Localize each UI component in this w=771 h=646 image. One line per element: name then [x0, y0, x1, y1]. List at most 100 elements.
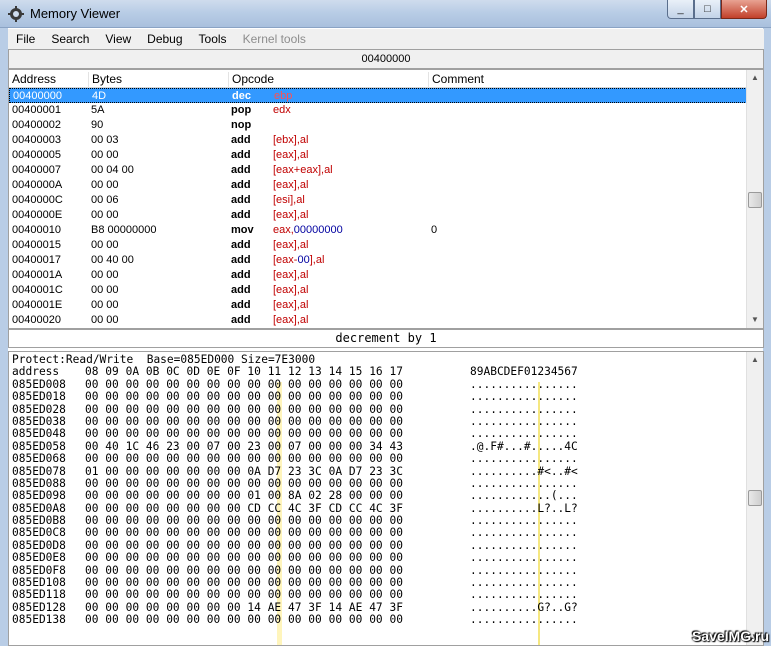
hex-byte[interactable]: 00	[126, 551, 139, 564]
hex-byte[interactable]: 00	[288, 427, 301, 440]
hex-byte[interactable]: 00	[227, 390, 240, 403]
hex-byte[interactable]: 00	[105, 489, 118, 502]
hex-byte[interactable]: 00	[146, 427, 159, 440]
menu-debug[interactable]: Debug	[139, 32, 190, 46]
chevron-up-icon[interactable]: ▲	[747, 352, 763, 368]
hex-byte[interactable]: 00	[349, 589, 362, 602]
hex-byte[interactable]: 00	[85, 589, 98, 602]
hex-byte[interactable]: 00	[105, 427, 118, 440]
hex-byte[interactable]: 00	[247, 589, 260, 602]
column-header-comment[interactable]: Comment	[429, 72, 747, 88]
disasm-row[interactable]: 0040001C 00 00 add [eax],al	[9, 283, 747, 298]
chevron-down-icon[interactable]: ▼	[747, 312, 763, 328]
hex-byte[interactable]: 00	[288, 452, 301, 465]
hex-byte[interactable]: 00	[227, 527, 240, 540]
hex-byte[interactable]: 00	[227, 489, 240, 502]
disasm-row[interactable]: 0040001A 00 00 add [eax],al	[9, 268, 747, 283]
hex-byte[interactable]: 00	[126, 452, 139, 465]
hex-byte[interactable]: 00	[187, 527, 200, 540]
hex-byte[interactable]: 00	[369, 489, 382, 502]
hex-byte[interactable]: 00	[166, 489, 179, 502]
hex-byte[interactable]: 00	[166, 613, 179, 626]
hex-row-ascii[interactable]: ................	[470, 551, 578, 564]
hex-byte[interactable]: 00	[349, 489, 362, 502]
hex-byte[interactable]: 00	[105, 551, 118, 564]
chevron-up-icon[interactable]: ▲	[747, 70, 763, 86]
hex-byte[interactable]: 00	[369, 613, 382, 626]
title-bar[interactable]: Memory Viewer _ □ ✕	[0, 0, 771, 28]
hex-row-ascii[interactable]: ................	[470, 527, 578, 540]
hex-byte[interactable]: 00	[207, 551, 220, 564]
hex-byte[interactable]: 00	[268, 527, 281, 540]
hex-byte[interactable]: 00	[207, 390, 220, 403]
hex-byte[interactable]: 00	[308, 390, 321, 403]
hex-byte[interactable]: 00	[126, 489, 139, 502]
hex-byte[interactable]: 00	[105, 589, 118, 602]
hex-byte[interactable]: 00	[105, 390, 118, 403]
hex-byte[interactable]: 00	[369, 390, 382, 403]
hex-row[interactable]: 085ED068 00 00 00 00 00 00 00 00 00 00 00 00 00 00 00 00…	[12, 452, 745, 465]
disasm-row[interactable]: 00400007 00 04 00 add [eax+eax],al	[9, 163, 747, 178]
hex-byte[interactable]: 00	[288, 551, 301, 564]
hex-byte[interactable]: 00	[146, 390, 159, 403]
hex-byte[interactable]: 00	[166, 427, 179, 440]
hex-byte[interactable]: 00	[247, 527, 260, 540]
scrollbar-thumb[interactable]	[748, 490, 762, 506]
hex-byte[interactable]: 00	[288, 613, 301, 626]
hex-byte[interactable]: 00	[126, 427, 139, 440]
hex-byte[interactable]: 00	[227, 427, 240, 440]
hex-byte[interactable]: 00	[207, 427, 220, 440]
hex-byte[interactable]: 00	[329, 427, 342, 440]
hex-byte[interactable]: 00	[308, 452, 321, 465]
hex-byte[interactable]: 00	[329, 390, 342, 403]
hex-byte[interactable]: 00	[187, 489, 200, 502]
hex-byte[interactable]: 00	[146, 613, 159, 626]
hex-byte[interactable]: 00	[146, 527, 159, 540]
hex-byte[interactable]: 00	[268, 489, 281, 502]
hex-byte[interactable]: 00	[126, 589, 139, 602]
hex-byte[interactable]: 00	[288, 589, 301, 602]
hex-byte[interactable]: 00	[166, 551, 179, 564]
hex-byte[interactable]: 00	[166, 527, 179, 540]
disasm-row[interactable]: 00400017 00 40 00 add [eax-00],al	[9, 253, 747, 268]
hex-byte[interactable]: 00	[247, 452, 260, 465]
hex-row[interactable]: 085ED138 00 00 00 00 00 00 00 00 00 00 00 00 00 00 00 00…	[12, 613, 745, 626]
hex-byte[interactable]: 00	[85, 390, 98, 403]
hex-row-ascii[interactable]: ................	[470, 613, 578, 626]
hex-byte[interactable]: 00	[268, 390, 281, 403]
menu-tools[interactable]: Tools	[191, 32, 235, 46]
hex-row-ascii[interactable]: ................	[470, 427, 578, 440]
hex-byte[interactable]: 00	[187, 589, 200, 602]
hex-byte[interactable]: 00	[268, 613, 281, 626]
hex-byte[interactable]: 00	[227, 452, 240, 465]
disasm-row[interactable]: 00400010 B8 00000000 mov eax,00000000 0	[9, 223, 747, 238]
hex-byte[interactable]: 00	[390, 551, 403, 564]
hex-byte[interactable]: 00	[369, 589, 382, 602]
hex-byte[interactable]: 00	[308, 551, 321, 564]
hex-byte[interactable]: 00	[146, 452, 159, 465]
hex-byte[interactable]: 00	[369, 527, 382, 540]
hex-byte[interactable]: 00	[187, 452, 200, 465]
hex-byte[interactable]: 00	[369, 452, 382, 465]
hex-byte[interactable]: 00	[308, 427, 321, 440]
disasm-row[interactable]: 0040000C 00 06 add [esi],al	[9, 193, 747, 208]
hex-byte[interactable]: 00	[85, 527, 98, 540]
disasm-row[interactable]: 00400015 00 00 add [eax],al	[9, 238, 747, 253]
hex-byte[interactable]: 00	[349, 452, 362, 465]
hex-byte[interactable]: 00	[349, 427, 362, 440]
hex-byte[interactable]: 00	[227, 589, 240, 602]
disassembler-scrollbar[interactable]: ▲ ▼	[746, 70, 763, 328]
hex-row[interactable]: 085ED018 00 00 00 00 00 00 00 00 00 00 00 00 00 00 00 00…	[12, 390, 745, 403]
hex-byte[interactable]: 00	[187, 551, 200, 564]
disasm-row[interactable]: 0040000A 00 00 add [eax],al	[9, 178, 747, 193]
hex-byte[interactable]: 00	[85, 427, 98, 440]
hex-byte[interactable]: 00	[390, 613, 403, 626]
hex-byte[interactable]: 00	[105, 527, 118, 540]
hex-byte[interactable]: 00	[369, 551, 382, 564]
hex-byte[interactable]: 00	[146, 551, 159, 564]
hex-byte[interactable]: 00	[126, 613, 139, 626]
hex-byte[interactable]: 00	[268, 589, 281, 602]
hex-byte[interactable]: 00	[390, 427, 403, 440]
hex-byte[interactable]: 00	[207, 527, 220, 540]
hex-byte[interactable]: 00	[166, 452, 179, 465]
